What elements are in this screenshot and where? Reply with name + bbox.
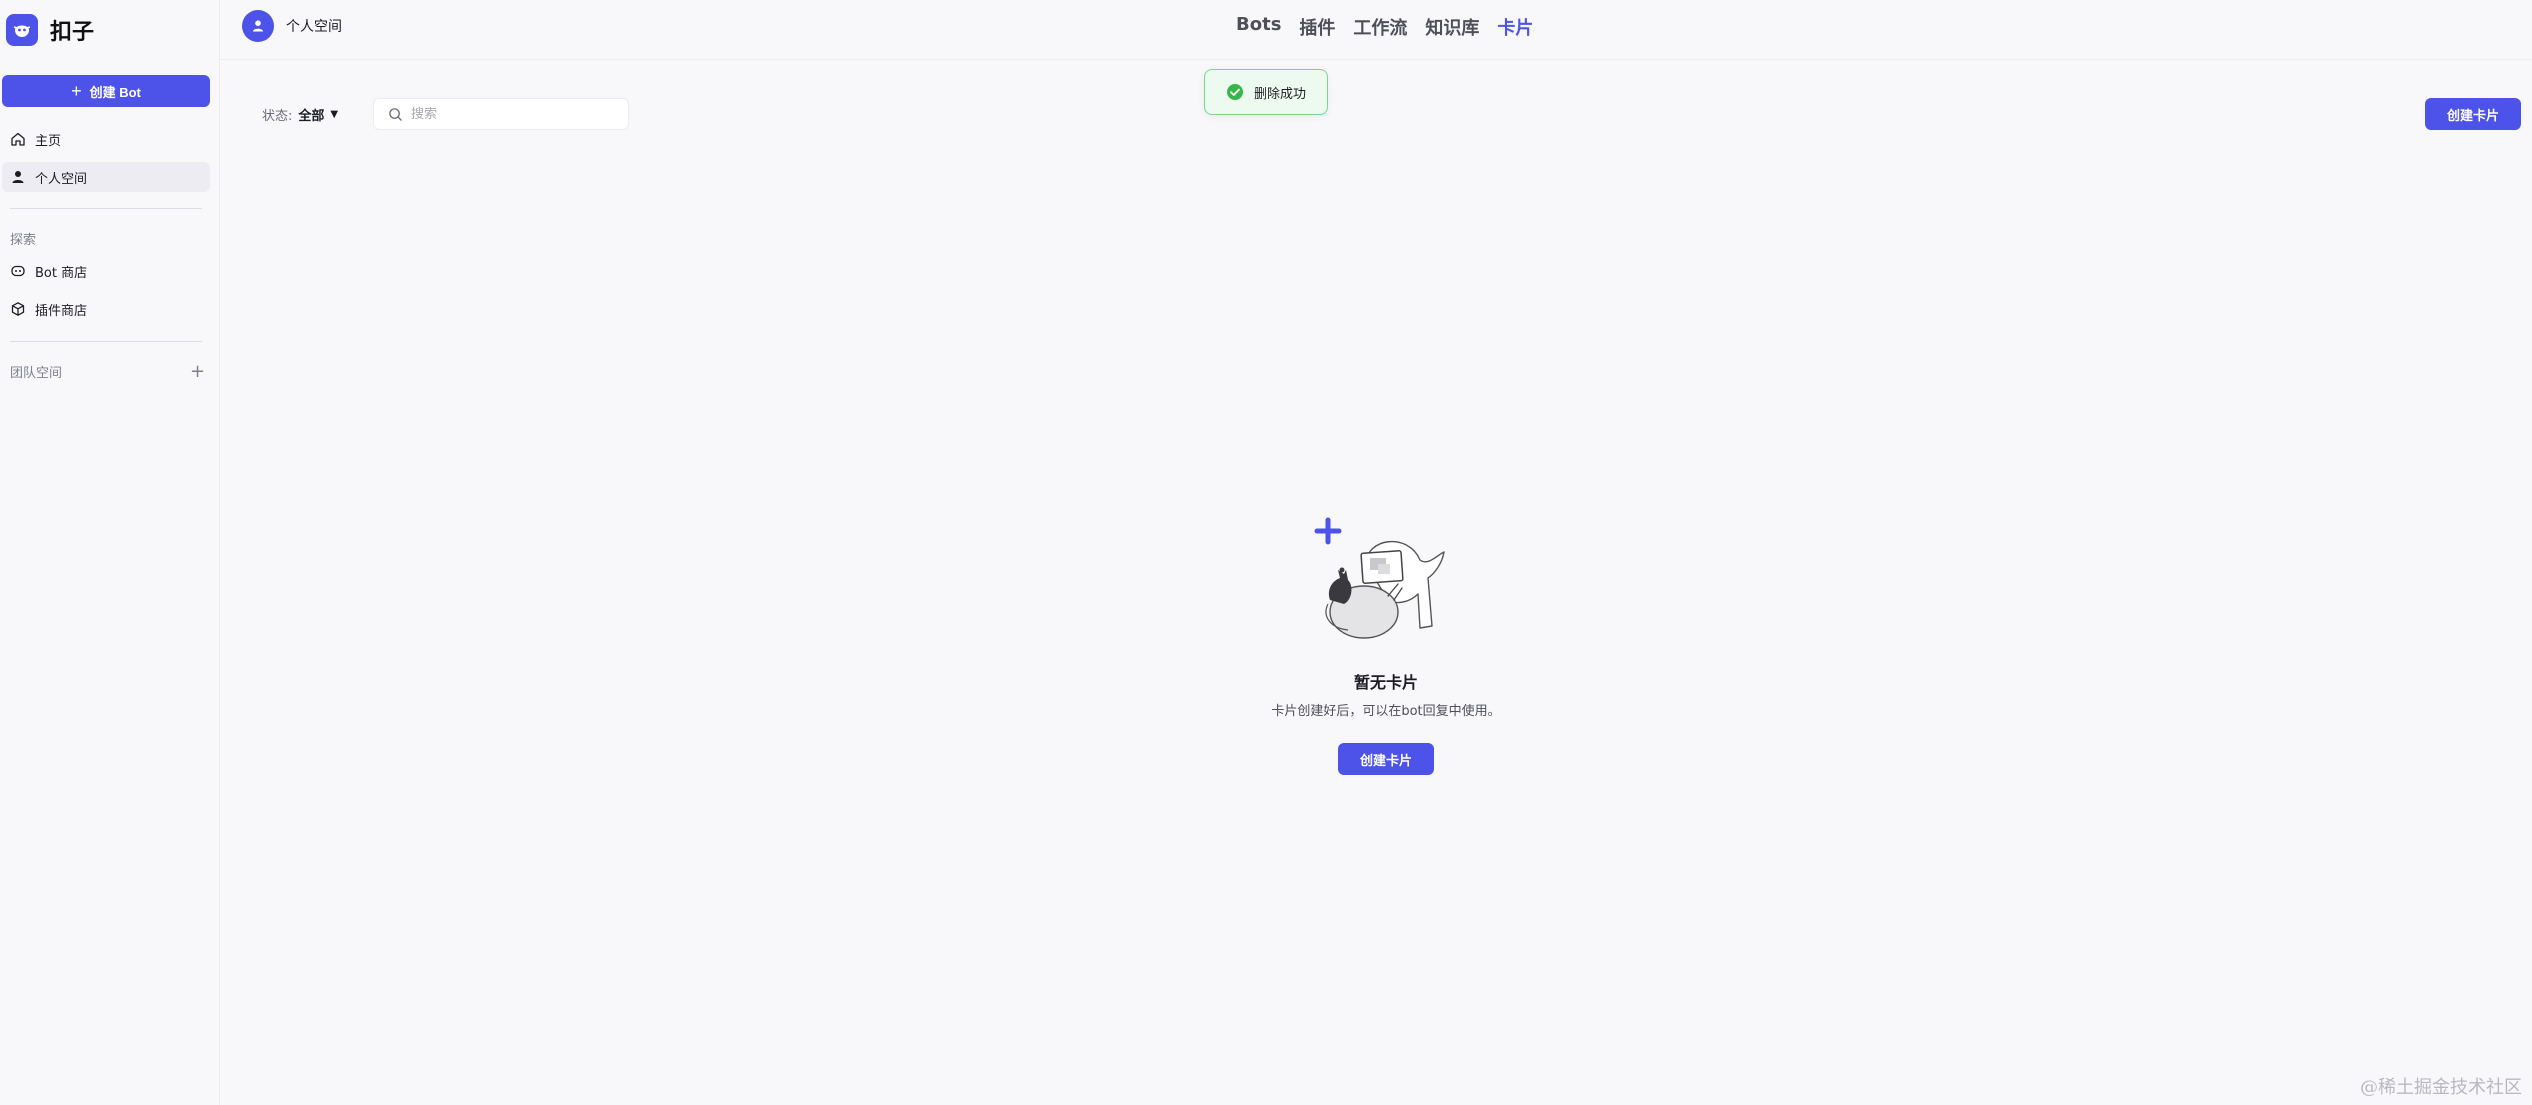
toast-message: 删除成功 bbox=[1253, 86, 1306, 102]
create-bot-label: 创建 Bot bbox=[89, 84, 141, 100]
sidebar-item-personal-space[interactable]: 个人空间 bbox=[2, 162, 210, 192]
tab-plugins[interactable]: 插件 bbox=[1299, 14, 1335, 40]
user-icon bbox=[12, 171, 24, 183]
bot-icon bbox=[11, 265, 25, 277]
app-window: 扣子 + 创建 Bot 主页 个人空间 探索 Bot 商店 插件商店 团队空间 … bbox=[0, 0, 2532, 1105]
status-filter-dropdown[interactable]: 状态: 全部 ▼ bbox=[262, 105, 338, 124]
sidebar-item-label: 个人空间 bbox=[35, 171, 88, 187]
space-avatar[interactable] bbox=[242, 10, 274, 42]
sidebar-item-plugin-store[interactable]: 插件商店 bbox=[2, 294, 210, 324]
search-icon bbox=[389, 107, 402, 121]
check-circle-icon bbox=[1226, 84, 1243, 100]
add-team-space-plus-icon[interactable]: + bbox=[190, 361, 205, 382]
tab-cards[interactable]: 卡片 bbox=[1497, 14, 1533, 40]
brand-logo[interactable]: 扣子 bbox=[6, 14, 94, 46]
search-input[interactable] bbox=[411, 106, 611, 122]
sidebar-item-label: 插件商店 bbox=[35, 303, 88, 319]
watermark: @稀土掘金技术社区 bbox=[2360, 1077, 2522, 1098]
status-filter-value: 全部 bbox=[298, 109, 325, 124]
status-filter-label: 状态: bbox=[262, 109, 293, 124]
sidebar: 扣子 + 创建 Bot 主页 个人空间 探索 Bot 商店 插件商店 团队空间 … bbox=[0, 0, 220, 1105]
success-toast: 删除成功 bbox=[1204, 69, 1328, 115]
sidebar-item-label: 主页 bbox=[35, 133, 62, 149]
create-card-button-top[interactable]: 创建卡片 bbox=[2425, 98, 2521, 130]
create-bot-button[interactable]: + 创建 Bot bbox=[2, 75, 210, 107]
sidebar-item-home[interactable]: 主页 bbox=[2, 124, 210, 154]
user-icon bbox=[253, 20, 263, 32]
space-title: 个人空间 bbox=[286, 19, 342, 35]
sidebar-divider bbox=[10, 341, 202, 342]
team-space-label: 团队空间 bbox=[10, 366, 63, 381]
tab-knowledge[interactable]: 知识库 bbox=[1425, 14, 1479, 40]
cube-icon bbox=[11, 302, 25, 316]
brand-name: 扣子 bbox=[50, 20, 95, 45]
tab-bots[interactable]: Bots bbox=[1236, 14, 1281, 40]
empty-cards-illustration bbox=[1314, 517, 1445, 639]
create-card-button-empty[interactable]: 创建卡片 bbox=[1338, 743, 1434, 775]
explore-section-label: 探索 bbox=[10, 233, 37, 248]
top-header: 个人空间 Bots 插件 工作流 知识库 卡片 bbox=[220, 0, 2532, 60]
sidebar-item-bot-store[interactable]: Bot 商店 bbox=[2, 256, 210, 286]
search-box bbox=[373, 98, 629, 130]
sidebar-item-label: Bot 商店 bbox=[35, 265, 88, 281]
empty-state-title: 暂无卡片 bbox=[1353, 673, 1418, 692]
sidebar-divider bbox=[10, 208, 202, 209]
main-tabs: Bots 插件 工作流 知识库 卡片 bbox=[1236, 14, 1533, 40]
plus-icon: + bbox=[71, 81, 82, 101]
brand-logo-icon bbox=[6, 14, 38, 46]
caret-down-icon: ▼ bbox=[330, 109, 339, 120]
home-icon bbox=[11, 132, 25, 146]
empty-state-description: 卡片创建好后，可以在bot回复中使用。 bbox=[1271, 704, 1501, 719]
tab-workflows[interactable]: 工作流 bbox=[1353, 14, 1407, 40]
